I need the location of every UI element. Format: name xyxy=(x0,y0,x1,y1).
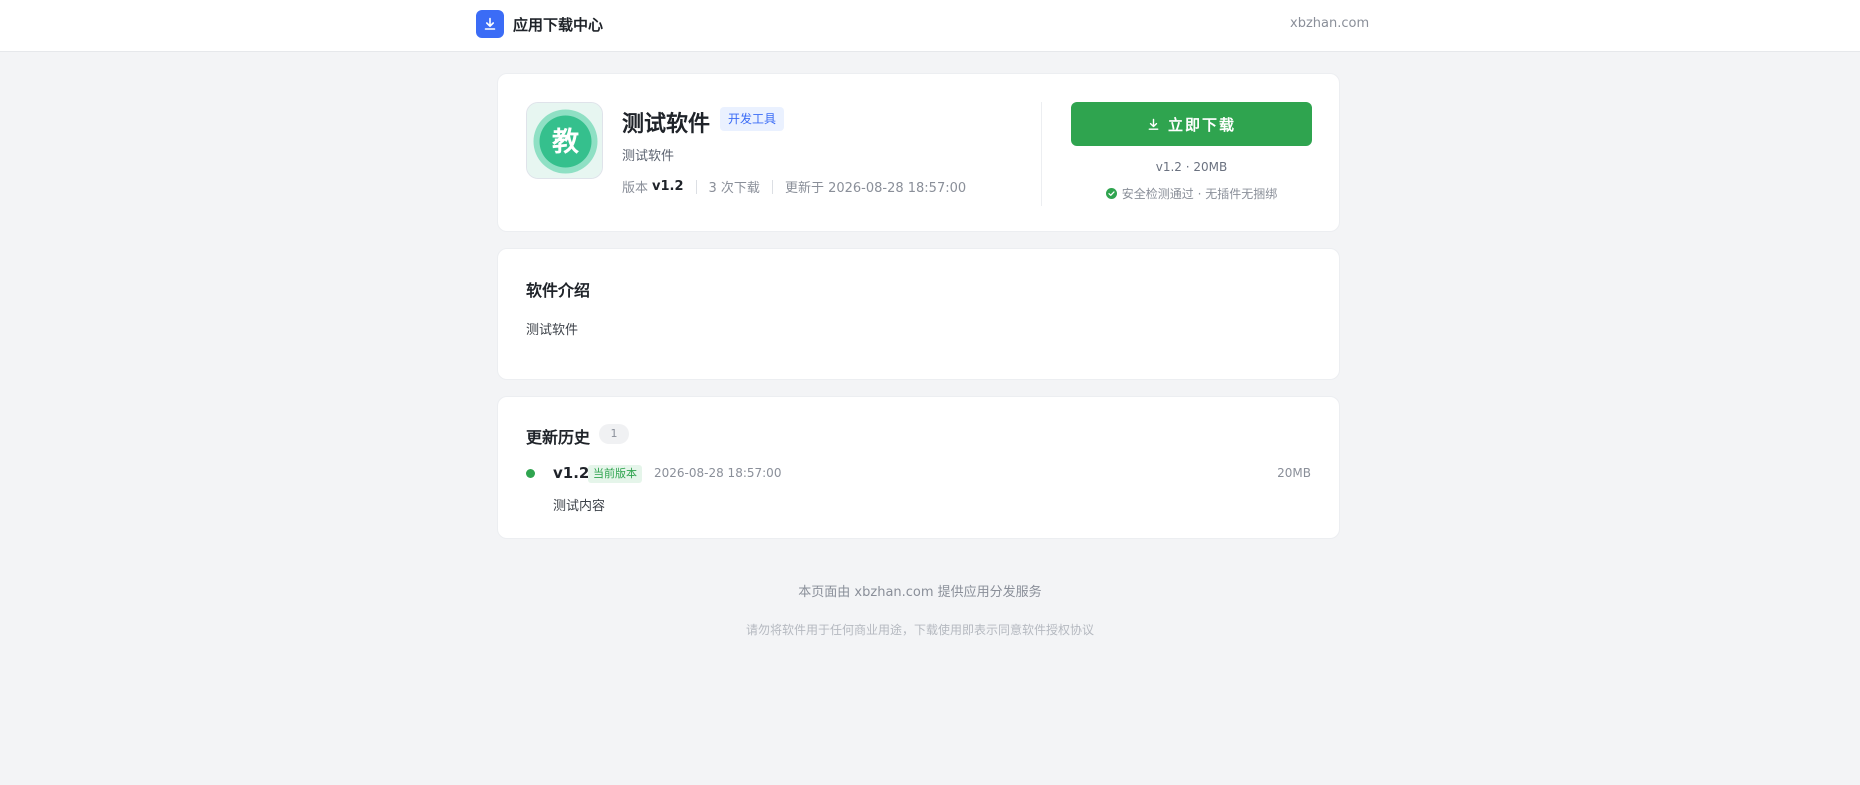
section-title-history: 更新历史 xyxy=(526,428,591,447)
updated-time: 更新于 2026-08-28 18:57:00 xyxy=(784,181,967,196)
site-domain-link[interactable]: xbzhan.com xyxy=(1290,16,1369,31)
intro-text: 测试软件 xyxy=(526,323,579,338)
app-icon-glyph: 教 xyxy=(552,127,579,158)
app-meta: 版本 v1.2 3 次下载 更新于 2026-08-28 18:57:00 xyxy=(622,177,966,196)
history-size: 20MB xyxy=(1277,466,1311,480)
current-version-badge: 当前版本 xyxy=(588,465,642,483)
app-subtitle: 测试软件 xyxy=(622,149,675,164)
download-count: 3 次下载 xyxy=(708,181,760,196)
section-title-intro: 软件介绍 xyxy=(526,281,591,300)
history-version: v1.2 xyxy=(553,464,590,482)
download-info: v1.2 · 20MB xyxy=(1155,160,1228,174)
history-card: 更新历史 1 v1.2 当前版本 2026-08-28 18:57:00 20M… xyxy=(497,396,1340,539)
download-icon xyxy=(1148,118,1159,130)
meta-divider xyxy=(695,179,697,194)
safety-notice: 安全检测通过 · 无插件无捆绑 xyxy=(1071,185,1312,202)
category-tag[interactable]: 开发工具 xyxy=(720,107,785,131)
top-header: 应用下载中心 xbzhan.com xyxy=(0,0,1860,52)
history-description: 测试内容 xyxy=(553,499,606,514)
download-button-label: 立即下载 xyxy=(1167,115,1236,134)
version-label: 版本 xyxy=(622,181,649,196)
footer-provider-text: 本页面由 xbzhan.com 提供应用分发服务 xyxy=(798,585,1042,600)
download-button[interactable]: 立即下载 xyxy=(1071,102,1312,146)
meta-divider xyxy=(771,179,773,194)
version-value: v1.2 xyxy=(652,179,684,194)
vertical-divider xyxy=(1041,102,1042,206)
app-name: 测试软件 xyxy=(622,112,711,137)
brand[interactable]: 应用下载中心 xyxy=(476,10,603,38)
brand-title: 应用下载中心 xyxy=(513,15,604,34)
history-count-badge: 1 xyxy=(599,424,629,444)
app-info-card: 教 测试软件 开发工具 测试软件 版本 v1.2 3 次下载 更新于 2026-… xyxy=(497,73,1340,232)
timeline-dot xyxy=(526,469,535,478)
safety-text: 安全检测通过 · 无插件无捆绑 xyxy=(1121,187,1278,201)
footer-disclaimer: 请勿将软件用于任何商业用途，下载使用即表示同意软件授权协议 xyxy=(745,623,1094,637)
check-circle-icon xyxy=(1105,188,1117,199)
app-icon: 教 xyxy=(526,102,603,179)
history-date: 2026-08-28 18:57:00 xyxy=(654,466,782,480)
intro-card: 软件介绍 测试软件 xyxy=(497,248,1340,380)
download-icon xyxy=(476,10,504,38)
